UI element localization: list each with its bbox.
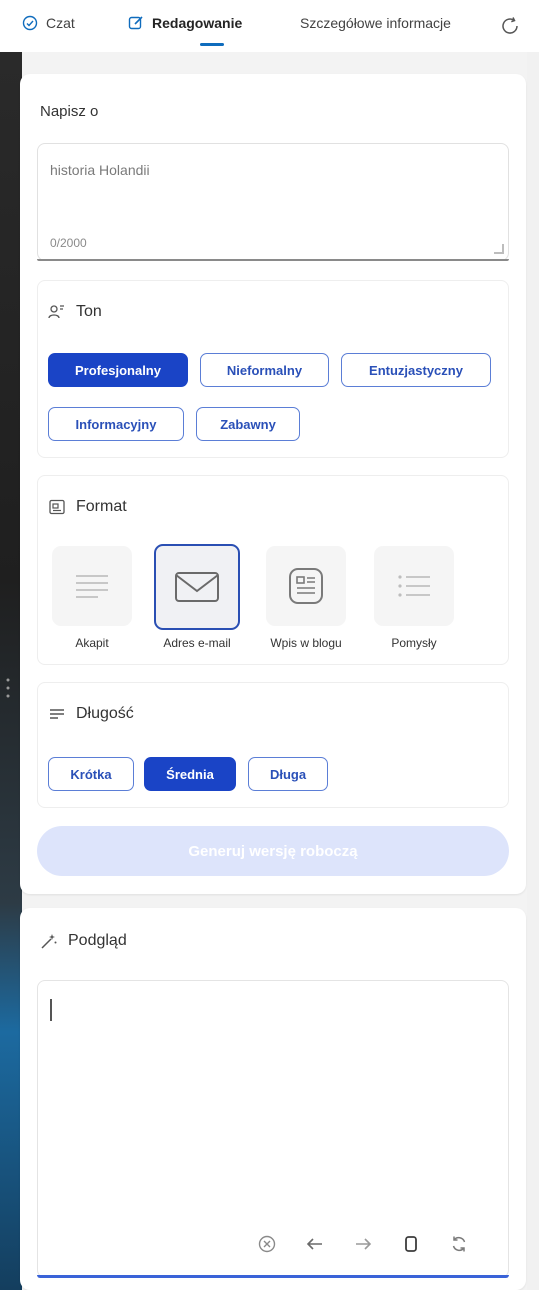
previous-button[interactable]	[302, 1231, 328, 1257]
tone-chip-funny[interactable]: Zabawny	[196, 407, 300, 441]
format-email-tile[interactable]	[154, 544, 240, 630]
back-arrow-icon	[306, 1238, 322, 1250]
generate-draft-button[interactable]: Generuj wersję roboczą	[37, 826, 509, 876]
format-paragraph-label: Akapit	[75, 636, 109, 650]
tab-insights[interactable]: Szczegółowe informacje	[300, 15, 451, 31]
blog-icon	[289, 568, 323, 604]
topic-textarea[interactable]: historia Holandii 0/2000	[37, 143, 509, 261]
window-edge	[527, 0, 539, 1290]
tone-title-label: Ton	[76, 303, 102, 320]
tone-chip-informal[interactable]: Nieformalny	[200, 353, 329, 387]
length-chip-short[interactable]: Krótka	[48, 757, 134, 791]
active-tab-indicator	[200, 43, 224, 46]
tone-chip-professional[interactable]: Profesjonalny	[48, 353, 188, 387]
stop-button[interactable]	[254, 1231, 280, 1257]
length-title-label: Długość	[76, 705, 134, 722]
regenerate-icon	[452, 1236, 466, 1252]
write-about-label: Napisz o	[40, 103, 99, 120]
format-email-label: Adres e-mail	[163, 636, 231, 650]
forward-arrow-icon	[356, 1238, 372, 1250]
tab-chat[interactable]: Czat	[22, 15, 75, 31]
format-card: Format Akapit Adres e-mail Wpis w blogu …	[37, 475, 509, 665]
text-caret	[50, 999, 52, 1021]
sparkle-icon	[41, 934, 57, 949]
stop-icon	[258, 1235, 276, 1253]
format-blog-tile[interactable]	[266, 546, 346, 626]
tab-compose-label: Redagowanie	[152, 15, 243, 31]
tab-bar: Czat Redagowanie Szczegółowe informacje	[0, 0, 539, 52]
textarea-resize-handle[interactable]	[494, 244, 504, 254]
desktop-background	[0, 0, 22, 1290]
length-card: Długość Krótka Średnia Długa	[37, 682, 509, 808]
format-ideas-label: Pomysły	[391, 636, 437, 650]
format-icon	[49, 499, 65, 515]
next-button[interactable]	[350, 1231, 376, 1257]
preview-title: Podgląd	[40, 932, 127, 950]
length-chip-medium[interactable]: Średnia	[144, 757, 236, 791]
preview-toolbar	[254, 1231, 472, 1257]
character-counter: 0/2000	[50, 236, 87, 250]
email-icon	[175, 572, 219, 602]
paragraph-icon	[76, 575, 108, 598]
ideas-list-icon	[398, 575, 430, 597]
compose-icon	[128, 16, 143, 30]
tone-chip-enthusiastic[interactable]: Entuzjastyczny	[341, 353, 491, 387]
refresh-icon[interactable]	[499, 15, 521, 37]
tone-title: Ton	[48, 303, 102, 321]
resize-handle[interactable]	[6, 676, 10, 700]
tone-chip-informational[interactable]: Informacyjny	[48, 407, 184, 441]
length-title: Długość	[48, 705, 134, 723]
format-title-label: Format	[76, 498, 127, 515]
length-icon	[50, 709, 64, 719]
copy-button[interactable]	[398, 1231, 424, 1257]
tab-compose[interactable]: Redagowanie	[128, 15, 243, 46]
format-title: Format	[48, 498, 127, 516]
tone-icon	[48, 305, 64, 319]
copy-icon	[405, 1236, 417, 1252]
topic-text: historia Holandii	[50, 162, 150, 178]
tab-chat-label: Czat	[46, 15, 75, 31]
tone-card: Ton Profesjonalny Nieformalny Entuzjasty…	[37, 280, 509, 458]
tab-insights-label: Szczegółowe informacje	[300, 15, 451, 31]
format-blog-label: Wpis w blogu	[270, 636, 342, 650]
length-chip-long[interactable]: Długa	[248, 757, 328, 791]
preview-editor[interactable]	[37, 980, 509, 1278]
format-paragraph-tile[interactable]	[52, 546, 132, 626]
chat-icon	[22, 15, 38, 31]
format-ideas-tile[interactable]	[374, 546, 454, 626]
regenerate-button[interactable]	[446, 1231, 472, 1257]
preview-title-label: Podgląd	[68, 932, 127, 949]
